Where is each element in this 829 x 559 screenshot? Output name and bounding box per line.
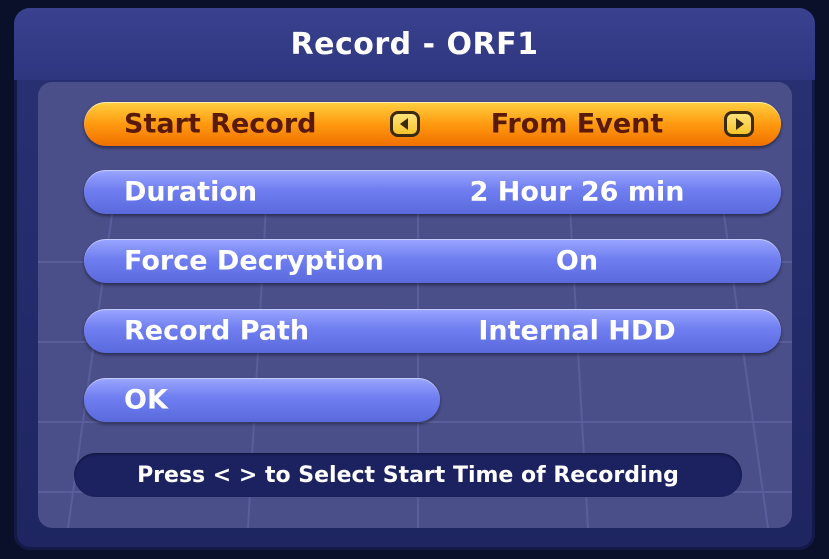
start-record-value: From Event — [490, 108, 664, 140]
ok-label: OK — [124, 384, 168, 416]
record-dialog: Record - ORF1 Start Record From Event Du… — [14, 8, 815, 550]
row-force-decryption[interactable]: Force Decryption On — [84, 239, 781, 283]
duration-label: Duration — [124, 176, 258, 208]
right-arrow-icon[interactable] — [724, 111, 754, 137]
record-path-label: Record Path — [124, 315, 310, 347]
ok-button[interactable]: OK — [84, 378, 440, 422]
row-start-record[interactable]: Start Record From Event — [84, 102, 781, 146]
row-duration[interactable]: Duration 2 Hour 26 min — [84, 170, 781, 214]
left-arrow-icon[interactable] — [390, 111, 420, 137]
duration-value: 2 Hour 26 min — [469, 176, 685, 208]
force-decryption-value: On — [555, 245, 599, 277]
help-hint-bar: Press < > to Select Start Time of Record… — [74, 453, 742, 497]
start-record-label: Start Record — [124, 108, 317, 140]
tv-screen: Record - ORF1 Start Record From Event Du… — [0, 0, 829, 559]
force-decryption-label: Force Decryption — [124, 245, 384, 277]
help-hint-text: Press < > to Select Start Time of Record… — [137, 462, 679, 488]
record-path-value: Internal HDD — [478, 315, 676, 347]
dialog-title: Record - ORF1 — [290, 26, 539, 62]
dialog-title-bar: Record - ORF1 — [14, 8, 815, 80]
row-record-path[interactable]: Record Path Internal HDD — [84, 309, 781, 353]
